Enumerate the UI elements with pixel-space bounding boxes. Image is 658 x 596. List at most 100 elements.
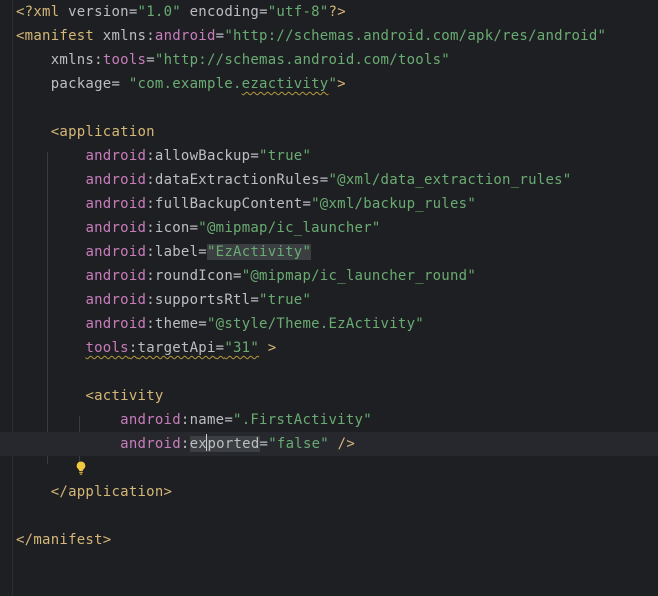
- attr-value: "@xml/data_extraction_rules": [328, 172, 572, 188]
- tag-self-close: />: [329, 436, 356, 452]
- attr-value: ".FirstActivity": [233, 412, 372, 428]
- code-line-1[interactable]: <?xml version="1.0" encoding="utf-8"?>: [0, 0, 658, 24]
- colon: :: [146, 28, 155, 44]
- xml-declaration-open: <?xml: [16, 4, 69, 20]
- code-editor[interactable]: <?xml version="1.0" encoding="utf-8"?> <…: [0, 0, 658, 596]
- attr-value: "@mipmap/ic_launcher_round": [241, 268, 477, 284]
- equals-sign: =: [111, 76, 129, 92]
- code-line-22[interactable]: [0, 504, 658, 528]
- target-api-warning[interactable]: tools:targetApi="31": [85, 340, 259, 356]
- namespace-prefix: android: [85, 220, 147, 236]
- manifest-tag-close: </manifest>: [16, 532, 112, 548]
- code-line-13[interactable]: android:supportsRtl="true": [0, 288, 658, 312]
- attr-name: version: [68, 4, 129, 20]
- code-line-21[interactable]: </application>: [0, 480, 658, 504]
- code-line-5[interactable]: [0, 96, 658, 120]
- application-tag-close: </application>: [50, 484, 173, 500]
- attr-name: theme: [154, 316, 199, 332]
- colon: :: [146, 148, 155, 164]
- equals-sign: =: [189, 220, 199, 236]
- code-line-12[interactable]: android:roundIcon="@mipmap/ic_launcher_r…: [0, 264, 658, 288]
- code-line-11[interactable]: android:label="EzActivity": [0, 240, 658, 264]
- attr-name: dataExtractionRules: [154, 172, 320, 188]
- code-line-4[interactable]: package= "com.example.ezactivity">: [0, 72, 658, 96]
- namespace-prefix: android: [85, 196, 147, 212]
- attr-name: label: [154, 244, 199, 260]
- namespace-prefix: android: [85, 148, 147, 164]
- attr-name-part: ex: [189, 436, 207, 452]
- attr-name: supportsRtl: [154, 292, 251, 308]
- application-tag-open: <application: [50, 124, 155, 140]
- attr-name: xmlns: [50, 52, 95, 68]
- attr-value: "31": [224, 340, 260, 356]
- attr-name: roundIcon: [154, 268, 233, 284]
- namespace-prefix: tools: [85, 340, 129, 356]
- code-line-17[interactable]: <activity: [0, 384, 658, 408]
- equals-sign: =: [198, 244, 207, 260]
- colon: :: [94, 52, 103, 68]
- attr-name: targetApi: [137, 340, 216, 356]
- code-line-23[interactable]: </manifest>: [0, 528, 658, 552]
- attr-value: "utf-8": [267, 4, 329, 20]
- code-line-14[interactable]: android:theme="@style/Theme.EzActivity": [0, 312, 658, 336]
- colon: :: [146, 292, 155, 308]
- code-line-2[interactable]: <manifest xmlns:android="http://schemas.…: [0, 24, 658, 48]
- equals-sign: =: [259, 436, 269, 452]
- colon: :: [146, 172, 155, 188]
- attr-value: "1.0": [137, 4, 181, 20]
- equals-sign: =: [146, 52, 155, 68]
- code-line-10[interactable]: android:icon="@mipmap/ic_launcher": [0, 216, 658, 240]
- attr-value: "@mipmap/ic_launcher": [198, 220, 381, 236]
- attr-value: "true": [259, 292, 312, 308]
- colon: :: [180, 412, 190, 428]
- namespace-prefix: android: [120, 412, 181, 428]
- code-line-3[interactable]: xmlns:tools="http://schemas.android.com/…: [0, 48, 658, 72]
- attr-name: fullBackupContent: [154, 196, 303, 212]
- namespace-prefix: android: [85, 268, 147, 284]
- namespace-prefix: android: [85, 316, 147, 332]
- equals-sign: =: [302, 196, 312, 212]
- code-line-8[interactable]: android:dataExtractionRules="@xml/data_e…: [0, 168, 658, 192]
- colon: :: [146, 196, 155, 212]
- code-line-19-current[interactable]: android:exported="false" />: [0, 432, 658, 475]
- equals-sign: =: [250, 292, 260, 308]
- attr-value: "com.example.: [128, 76, 242, 92]
- attr-value: "http://schemas.android.com/tools": [154, 52, 450, 68]
- string-resource-value[interactable]: "EzActivity": [206, 244, 312, 260]
- code-line-9[interactable]: android:fullBackupContent="@xml/backup_r…: [0, 192, 658, 216]
- code-line-20[interactable]: [0, 456, 658, 480]
- equals-sign: =: [128, 4, 138, 20]
- equals-sign: =: [233, 268, 242, 284]
- xml-declaration-close: ?>: [328, 4, 346, 20]
- attr-name: icon: [154, 220, 190, 236]
- code-line-15[interactable]: tools:targetApi="31" >: [0, 336, 658, 360]
- code-line-7[interactable]: android:allowBackup="true": [0, 144, 658, 168]
- attr-name: allowBackup: [154, 148, 251, 164]
- equals-sign: =: [224, 412, 234, 428]
- namespace-prefix: android: [85, 292, 147, 308]
- equals-sign: =: [259, 4, 268, 20]
- namespace-prefix: android: [120, 436, 181, 452]
- attr-value: "@xml/backup_rules": [311, 196, 477, 212]
- code-line-16[interactable]: [0, 360, 658, 384]
- colon: :: [146, 316, 155, 332]
- attr-name-part: ported: [207, 436, 260, 452]
- attr-value: "false": [268, 436, 329, 452]
- code-line-6[interactable]: <application: [0, 120, 658, 144]
- namespace-prefix: tools: [102, 52, 147, 68]
- colon: :: [180, 436, 190, 452]
- attr-value: "http://schemas.android.com/apk/res/andr…: [224, 28, 607, 44]
- attr-value: "true": [259, 148, 312, 164]
- attr-name: name: [189, 412, 225, 428]
- equals-sign: =: [250, 148, 260, 164]
- code-line-18[interactable]: android:name=".FirstActivity": [0, 408, 658, 432]
- namespace-prefix: android: [85, 244, 147, 260]
- colon: :: [128, 340, 138, 356]
- attr-value: ": [328, 76, 338, 92]
- tag-close: >: [337, 76, 346, 92]
- typo-warning-text[interactable]: ezactivity: [242, 76, 329, 92]
- activity-tag-open: <activity: [85, 388, 164, 404]
- colon: :: [146, 244, 155, 260]
- attr-name: encoding: [189, 4, 260, 20]
